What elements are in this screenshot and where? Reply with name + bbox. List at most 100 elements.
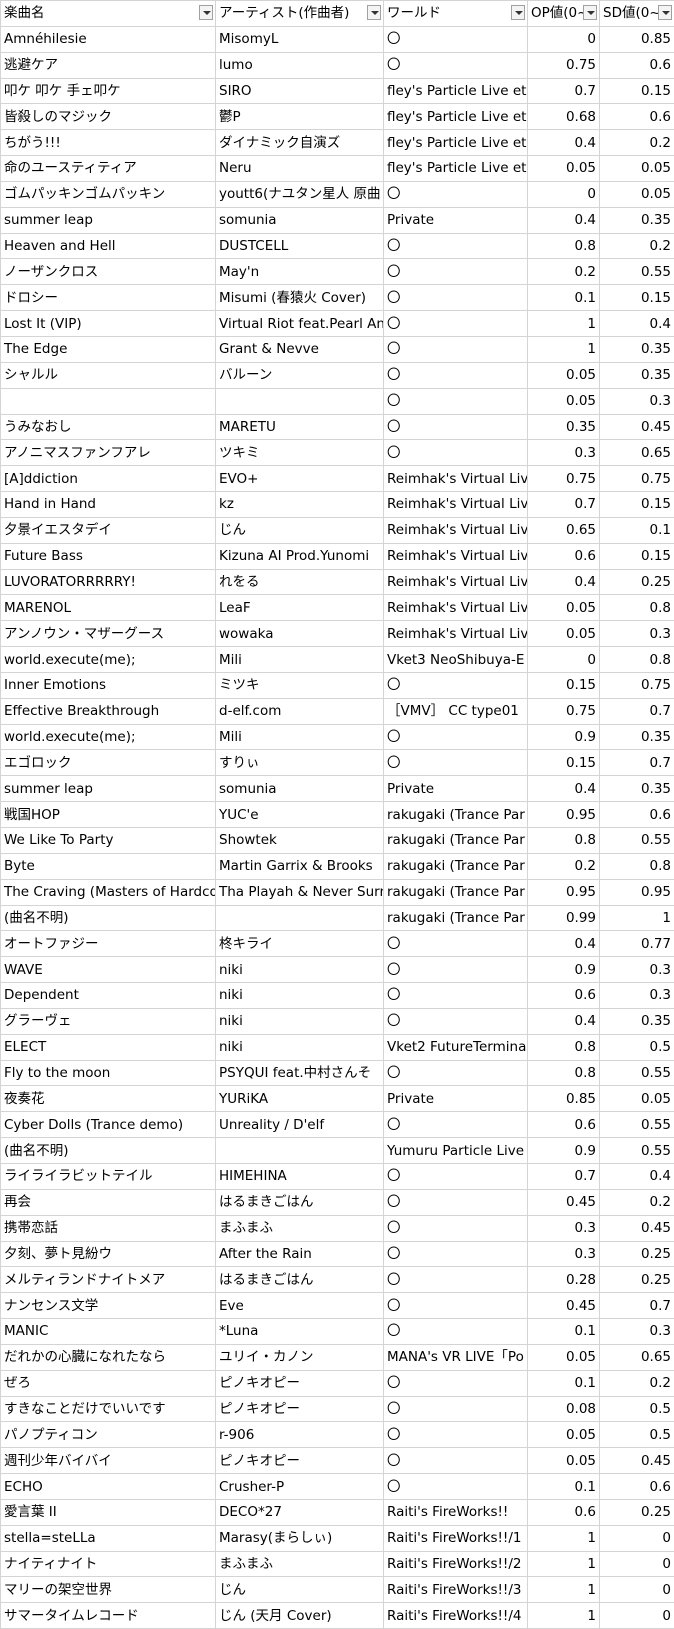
cell-op-value[interactable]: 0.4	[528, 1008, 600, 1034]
cell-op-value[interactable]: 0.05	[528, 1448, 600, 1474]
cell-op-value[interactable]: 0.75	[528, 698, 600, 724]
cell-song-title[interactable]: 皆殺しのマジック	[1, 104, 216, 130]
cell-song-title[interactable]: ナンセンス文学	[1, 1293, 216, 1319]
cell-artist[interactable]: DUSTCELL	[216, 233, 384, 259]
cell-op-value[interactable]: 0.4	[528, 931, 600, 957]
cell-world[interactable]: 〇	[384, 311, 528, 337]
cell-artist[interactable]: lumo	[216, 52, 384, 78]
cell-world[interactable]: Reimhak's Virtual Liv	[384, 569, 528, 595]
cell-op-value[interactable]: 0.9	[528, 1138, 600, 1164]
filter-dropdown-icon[interactable]	[367, 5, 381, 20]
cell-sd-value[interactable]: 0.25	[600, 1267, 674, 1293]
cell-sd-value[interactable]: 0.4	[600, 311, 674, 337]
cell-op-value[interactable]: 0.4	[528, 207, 600, 233]
cell-world[interactable]: Raiti's FireWorks!!/3	[384, 1577, 528, 1603]
cell-song-title[interactable]: 夕刻、夢ト見紛ウ	[1, 1241, 216, 1267]
cell-world[interactable]: ［VMV］ CC type01	[384, 698, 528, 724]
cell-song-title[interactable]: 命のユースティティア	[1, 156, 216, 182]
cell-world[interactable]: 〇	[384, 1474, 528, 1500]
cell-song-title[interactable]: ゴムパッキンゴムパッキン	[1, 181, 216, 207]
cell-op-value[interactable]: 0.3	[528, 1241, 600, 1267]
cell-song-title[interactable]: world.execute(me);	[1, 724, 216, 750]
cell-artist[interactable]: d-elf.com	[216, 698, 384, 724]
cell-song-title[interactable]: We Like To Party	[1, 828, 216, 854]
cell-song-title[interactable]: すきなことだけでいいです	[1, 1396, 216, 1422]
header-song-title[interactable]: 楽曲名	[1, 1, 216, 27]
cell-world[interactable]: Private	[384, 1086, 528, 1112]
cell-world[interactable]: Reimhak's Virtual Liv	[384, 543, 528, 569]
cell-world[interactable]: Raiti's FireWorks!!/2	[384, 1551, 528, 1577]
cell-op-value[interactable]: 0.4	[528, 776, 600, 802]
cell-song-title[interactable]: Heaven and Hell	[1, 233, 216, 259]
cell-op-value[interactable]: 0.05	[528, 621, 600, 647]
cell-sd-value[interactable]: 0.35	[600, 336, 674, 362]
cell-world[interactable]: Private	[384, 207, 528, 233]
cell-song-title[interactable]: ECHO	[1, 1474, 216, 1500]
cell-sd-value[interactable]: 0.55	[600, 259, 674, 285]
cell-op-value[interactable]: 0.1	[528, 1370, 600, 1396]
cell-sd-value[interactable]: 0.2	[600, 1370, 674, 1396]
cell-op-value[interactable]: 0.05	[528, 1344, 600, 1370]
cell-op-value[interactable]: 0.08	[528, 1396, 600, 1422]
cell-sd-value[interactable]: 0.5	[600, 1422, 674, 1448]
cell-artist[interactable]: niki	[216, 957, 384, 983]
filter-dropdown-icon[interactable]	[511, 5, 525, 20]
cell-song-title[interactable]: グラーヴェ	[1, 1008, 216, 1034]
cell-op-value[interactable]: 0.05	[528, 388, 600, 414]
cell-world[interactable]: 〇	[384, 440, 528, 466]
cell-sd-value[interactable]: 0.65	[600, 440, 674, 466]
cell-op-value[interactable]: 0.9	[528, 957, 600, 983]
cell-song-title[interactable]: サマータイムレコード	[1, 1603, 216, 1629]
cell-artist[interactable]: kz	[216, 492, 384, 518]
cell-op-value[interactable]: 0	[528, 26, 600, 52]
cell-artist[interactable]: バルーン	[216, 362, 384, 388]
cell-artist[interactable]: ユリイ・カノン	[216, 1344, 384, 1370]
cell-world[interactable]: Raiti's FireWorks!!/4	[384, 1603, 528, 1629]
cell-sd-value[interactable]: 0.45	[600, 1448, 674, 1474]
cell-artist[interactable]: niki	[216, 1008, 384, 1034]
cell-op-value[interactable]: 0.6	[528, 1112, 600, 1138]
cell-song-title[interactable]: Effective Breakthrough	[1, 698, 216, 724]
cell-op-value[interactable]: 0.68	[528, 104, 600, 130]
cell-op-value[interactable]: 0.75	[528, 52, 600, 78]
cell-song-title[interactable]: (曲名不明)	[1, 905, 216, 931]
cell-artist[interactable]: Mili	[216, 724, 384, 750]
cell-song-title[interactable]: オートファジー	[1, 931, 216, 957]
cell-sd-value[interactable]: 0.25	[600, 1241, 674, 1267]
cell-song-title[interactable]: ちがう!!!	[1, 130, 216, 156]
cell-sd-value[interactable]: 0.7	[600, 750, 674, 776]
cell-song-title[interactable]: アノニマスファンフアレ	[1, 440, 216, 466]
cell-world[interactable]: Yumuru Particle Live	[384, 1138, 528, 1164]
cell-artist[interactable]: ピノキオピー	[216, 1396, 384, 1422]
cell-artist[interactable]: ピノキオピー	[216, 1370, 384, 1396]
cell-sd-value[interactable]: 0	[600, 1603, 674, 1629]
cell-world[interactable]: 〇	[384, 1319, 528, 1345]
cell-song-title[interactable]: Cyber Dolls (Trance demo)	[1, 1112, 216, 1138]
cell-sd-value[interactable]: 0.05	[600, 181, 674, 207]
cell-song-title[interactable]: だれかの心臓になれたなら	[1, 1344, 216, 1370]
cell-song-title[interactable]: ELECT	[1, 1034, 216, 1060]
cell-artist[interactable]: Unreality / D'elf	[216, 1112, 384, 1138]
cell-op-value[interactable]: 0.8	[528, 828, 600, 854]
cell-sd-value[interactable]: 0.1	[600, 517, 674, 543]
header-artist[interactable]: アーティスト(作曲者)	[216, 1, 384, 27]
cell-song-title[interactable]: WAVE	[1, 957, 216, 983]
cell-artist[interactable]: Showtek	[216, 828, 384, 854]
cell-op-value[interactable]: 0	[528, 647, 600, 673]
cell-artist[interactable]: niki	[216, 983, 384, 1009]
cell-artist[interactable]: YUC'e	[216, 802, 384, 828]
cell-sd-value[interactable]: 0.55	[600, 1138, 674, 1164]
cell-song-title[interactable]: 夕景イエスタデイ	[1, 517, 216, 543]
cell-artist[interactable]: LeaF	[216, 595, 384, 621]
cell-song-title[interactable]: MARENOL	[1, 595, 216, 621]
cell-song-title[interactable]: summer leap	[1, 776, 216, 802]
cell-op-value[interactable]: 0.95	[528, 802, 600, 828]
cell-song-title[interactable]: うみなおし	[1, 414, 216, 440]
cell-artist[interactable]: May'n	[216, 259, 384, 285]
cell-op-value[interactable]: 1	[528, 1603, 600, 1629]
cell-world[interactable]: 〇	[384, 1241, 528, 1267]
cell-song-title[interactable]: エゴロック	[1, 750, 216, 776]
cell-sd-value[interactable]: 0.3	[600, 957, 674, 983]
cell-artist[interactable]: ミツキ	[216, 672, 384, 698]
cell-world[interactable]: 〇	[384, 336, 528, 362]
